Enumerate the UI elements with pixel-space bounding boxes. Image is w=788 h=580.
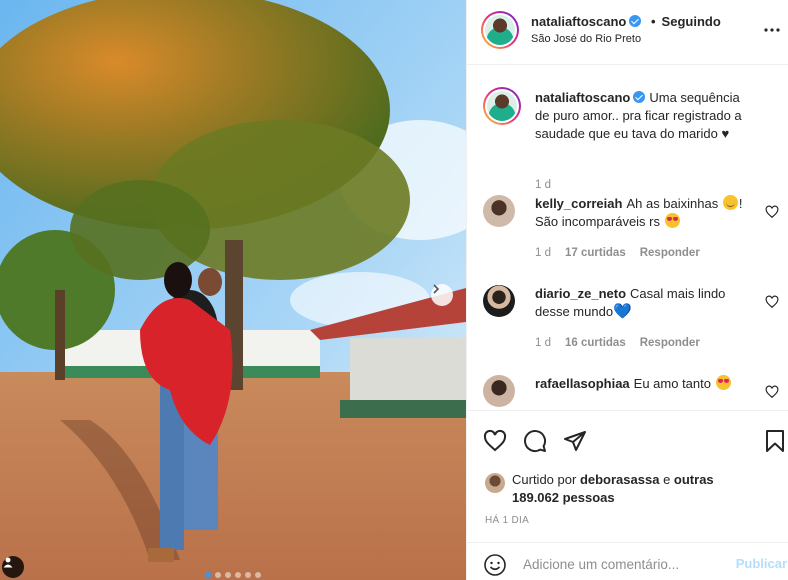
comment-text: Ah as baixinhas bbox=[626, 196, 719, 211]
comment-text-block: diario_ze_neto Casal mais lindo desse mun… bbox=[535, 285, 755, 321]
comment-text-block: rafaellasophiaa Eu amo tanto bbox=[535, 375, 755, 393]
chevron-right-icon bbox=[433, 284, 440, 294]
carousel-dot bbox=[255, 572, 261, 578]
heart-eyes-icon bbox=[715, 375, 731, 390]
comment-text: Eu amo tanto bbox=[633, 376, 711, 391]
list-item: diario_ze_neto Casal mais lindo desse mun… bbox=[483, 285, 779, 355]
header-line: nataliaftoscano • Seguindo bbox=[531, 14, 721, 29]
likes-prefix: Curtido por bbox=[512, 472, 577, 487]
post-photo-illustration bbox=[0, 0, 466, 580]
liker-username[interactable]: deborasassa bbox=[580, 472, 660, 487]
carousel-dots bbox=[0, 572, 466, 578]
comments-list[interactable]: nataliaftoscano Uma sequência de puro amo… bbox=[467, 65, 788, 410]
caption-username[interactable]: nataliaftoscano bbox=[535, 90, 646, 105]
comment-username[interactable]: diario_ze_neto bbox=[535, 286, 626, 301]
comment-username[interactable]: rafaellasophiaa bbox=[535, 376, 630, 391]
comment-input[interactable] bbox=[523, 553, 723, 575]
reply-button[interactable]: Responder bbox=[640, 337, 700, 349]
caption: nataliaftoscano Uma sequência de puro amo… bbox=[483, 87, 779, 197]
comment-like-count[interactable]: 16 curtidas bbox=[565, 337, 626, 349]
caption-age[interactable]: 1 d bbox=[535, 179, 551, 191]
commenter-avatar[interactable] bbox=[483, 285, 515, 317]
caption-text-block: nataliaftoscano Uma sequência de puro amo… bbox=[535, 89, 755, 143]
comment-text-block: kelly_correiah Ah as baixinhas ! São inco… bbox=[535, 195, 755, 231]
tagged-users-button[interactable] bbox=[2, 556, 24, 578]
comment-like-count[interactable]: 17 curtidas bbox=[565, 247, 626, 259]
following-button[interactable]: Seguindo bbox=[662, 14, 721, 29]
carousel-dot bbox=[215, 572, 221, 578]
likes-text: Curtido por deborasassa e outras 189.062… bbox=[512, 471, 732, 507]
reply-button[interactable]: Responder bbox=[640, 247, 700, 259]
comment-like-heart-icon[interactable] bbox=[765, 295, 779, 309]
caption-meta: 1 d bbox=[535, 179, 551, 191]
commenter-avatar[interactable] bbox=[483, 375, 515, 407]
post-timestamp[interactable]: HÁ 1 DIA bbox=[485, 515, 529, 526]
comment-age[interactable]: 1 d bbox=[535, 337, 551, 349]
list-item: rafaellasophiaa Eu amo tanto bbox=[483, 375, 779, 410]
like-button[interactable] bbox=[481, 427, 509, 455]
commenter-avatar[interactable] bbox=[483, 195, 515, 227]
add-comment-bar: Publicar bbox=[467, 542, 788, 580]
post-side-panel: nataliaftoscano • Seguindo São José do Ri… bbox=[466, 0, 788, 580]
carousel-dot bbox=[245, 572, 251, 578]
comment-meta: 1 d 16 curtidas Responder bbox=[535, 337, 700, 349]
more-options-icon[interactable] bbox=[763, 21, 781, 39]
carousel-dot bbox=[205, 572, 211, 578]
comment-button[interactable] bbox=[521, 427, 549, 455]
verified-badge-icon bbox=[629, 15, 642, 27]
comment-age[interactable]: 1 d bbox=[535, 247, 551, 259]
publish-button[interactable]: Publicar bbox=[736, 556, 787, 571]
share-button[interactable] bbox=[561, 427, 589, 455]
carousel-dot bbox=[225, 572, 231, 578]
comment-like-heart-icon[interactable] bbox=[765, 385, 779, 399]
verified-badge-icon bbox=[633, 91, 646, 103]
save-button[interactable] bbox=[761, 427, 788, 455]
post-photo[interactable] bbox=[0, 0, 466, 580]
post-header: nataliaftoscano • Seguindo São José do Ri… bbox=[467, 0, 788, 65]
person-icon bbox=[3, 557, 13, 568]
heart-icon bbox=[483, 429, 507, 452]
blue-heart-icon: 💙 bbox=[613, 303, 632, 320]
author-avatar[interactable] bbox=[481, 11, 519, 49]
carousel-dot bbox=[235, 572, 241, 578]
separator-dot: • bbox=[650, 14, 656, 29]
emoji-picker-icon[interactable] bbox=[483, 553, 507, 577]
comment-meta: 1 d 17 curtidas Responder bbox=[535, 247, 700, 259]
likes-conj: e bbox=[663, 472, 671, 487]
post-location[interactable]: São José do Rio Preto bbox=[531, 33, 641, 45]
comment-username[interactable]: kelly_correiah bbox=[535, 196, 622, 211]
bookmark-icon bbox=[766, 430, 784, 452]
list-item: kelly_correiah Ah as baixinhas ! São inco… bbox=[483, 195, 779, 265]
comment-bubble-icon bbox=[524, 430, 547, 453]
heart-eyes-icon bbox=[664, 213, 680, 228]
caption-avatar[interactable] bbox=[483, 87, 521, 125]
liker-avatar[interactable] bbox=[485, 473, 505, 493]
carousel-next-button[interactable] bbox=[431, 284, 453, 306]
author-username[interactable]: nataliaftoscano bbox=[531, 14, 626, 29]
paper-plane-icon bbox=[564, 431, 586, 451]
smiling-face-icon bbox=[722, 195, 738, 210]
comment-like-heart-icon[interactable] bbox=[765, 205, 779, 219]
